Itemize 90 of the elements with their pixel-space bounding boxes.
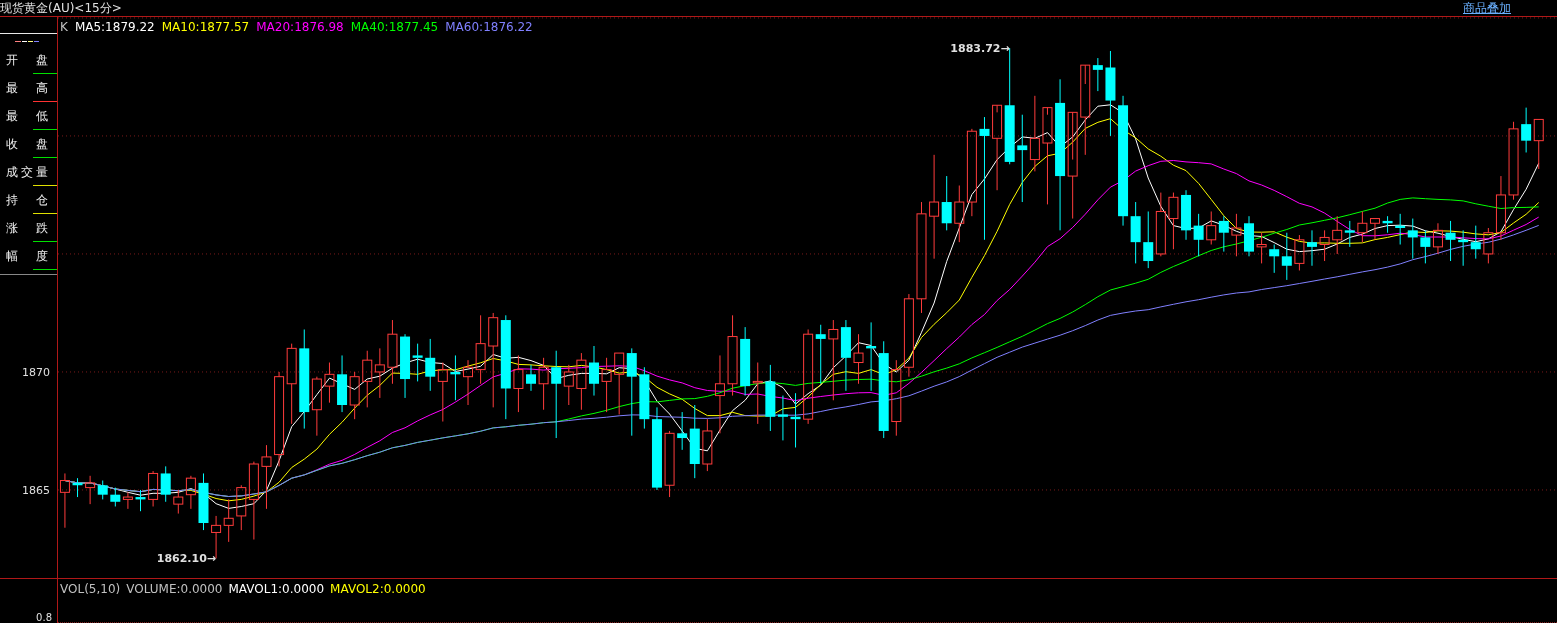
chart-title: 现货黄金(AU)<15分> xyxy=(0,0,122,17)
candle xyxy=(1432,222,1443,255)
candle xyxy=(1344,220,1355,248)
indicator-label: MA10:1877.57 xyxy=(161,20,250,34)
candle xyxy=(1533,118,1544,170)
candle xyxy=(589,345,599,397)
indicator-label: MA60:1876.22 xyxy=(445,20,533,34)
candle xyxy=(72,477,83,498)
indicator-label: VOL(5,10) xyxy=(60,582,121,596)
price-annotation: 1883.72→ xyxy=(950,42,1010,56)
candle xyxy=(362,350,373,408)
candle xyxy=(387,319,398,385)
candle xyxy=(576,352,587,411)
legend-label: 最高 xyxy=(6,80,48,96)
candle xyxy=(324,362,335,404)
candle xyxy=(1193,213,1204,257)
candle xyxy=(349,371,360,420)
candle xyxy=(614,352,625,415)
candle xyxy=(1294,234,1305,271)
candle xyxy=(1445,220,1456,262)
overlay-link[interactable]: 商品叠加 xyxy=(1463,0,1511,17)
candle xyxy=(1521,107,1532,153)
candle xyxy=(601,357,612,413)
candle xyxy=(1143,210,1154,269)
candle xyxy=(1181,189,1192,241)
candle xyxy=(450,354,461,401)
candle xyxy=(526,364,536,392)
candle xyxy=(110,487,121,507)
legend-label: 持仓 xyxy=(6,192,48,208)
candle xyxy=(1155,192,1166,257)
candle xyxy=(1332,215,1343,255)
indicator-label: MAVOL1:0.0000 xyxy=(228,582,325,596)
candle xyxy=(1420,229,1431,264)
candle xyxy=(160,465,171,503)
candle xyxy=(1407,218,1418,260)
axis-label: 1870 xyxy=(22,365,50,379)
indicator-label: MA5:1879.22 xyxy=(74,20,155,34)
candle xyxy=(463,359,473,406)
candle xyxy=(752,362,763,425)
candle xyxy=(790,392,801,448)
legend-label: 涨跌 xyxy=(6,220,48,236)
candle xyxy=(1395,213,1406,245)
indicator-label: VOLUME:0.0000 xyxy=(126,582,223,596)
candle xyxy=(337,354,348,413)
candle xyxy=(1370,218,1380,241)
indicator-label: MA20:1876.98 xyxy=(256,20,344,34)
candle xyxy=(664,430,675,498)
candle xyxy=(1256,232,1267,264)
candle xyxy=(1458,229,1469,267)
candle xyxy=(740,326,751,397)
candle xyxy=(1168,192,1179,250)
candle xyxy=(639,366,650,430)
candle xyxy=(475,314,486,385)
candle xyxy=(437,362,448,422)
candle xyxy=(1206,210,1217,245)
candle xyxy=(198,472,209,531)
indicator-label: MAVOL2:0.0000 xyxy=(330,582,426,596)
indicator-label: K xyxy=(60,20,68,34)
candle xyxy=(1382,215,1393,234)
candle xyxy=(1357,210,1368,243)
candle xyxy=(223,498,234,543)
price-annotation: 1862.10→ xyxy=(156,552,217,566)
candle xyxy=(173,489,184,515)
candle xyxy=(1319,229,1330,262)
axis-label: 1865 xyxy=(22,483,50,497)
legend-dash-drawing xyxy=(15,41,39,43)
legend-label: 幅度 xyxy=(6,248,48,264)
legend-label: 最低 xyxy=(6,108,48,124)
candle xyxy=(1218,215,1229,253)
candle xyxy=(866,321,877,392)
legend-label: 开盘 xyxy=(6,52,48,68)
candle xyxy=(1231,213,1242,257)
candle xyxy=(538,357,549,411)
candle xyxy=(148,470,159,507)
axis-label: 0.8 xyxy=(36,612,52,623)
candle xyxy=(513,354,524,413)
legend-label: 收盘 xyxy=(6,136,48,152)
candle xyxy=(853,333,864,385)
candle xyxy=(425,338,436,392)
candle xyxy=(1307,229,1317,267)
candle xyxy=(122,491,133,510)
candle xyxy=(1244,215,1254,257)
candle xyxy=(374,347,385,399)
legend-label: 成交量 xyxy=(6,164,48,180)
candle xyxy=(185,475,196,510)
indicator-label: MA40:1877.45 xyxy=(350,20,439,34)
candle xyxy=(1470,225,1481,260)
candle xyxy=(261,444,272,510)
candle xyxy=(59,472,70,529)
candle xyxy=(135,489,146,512)
